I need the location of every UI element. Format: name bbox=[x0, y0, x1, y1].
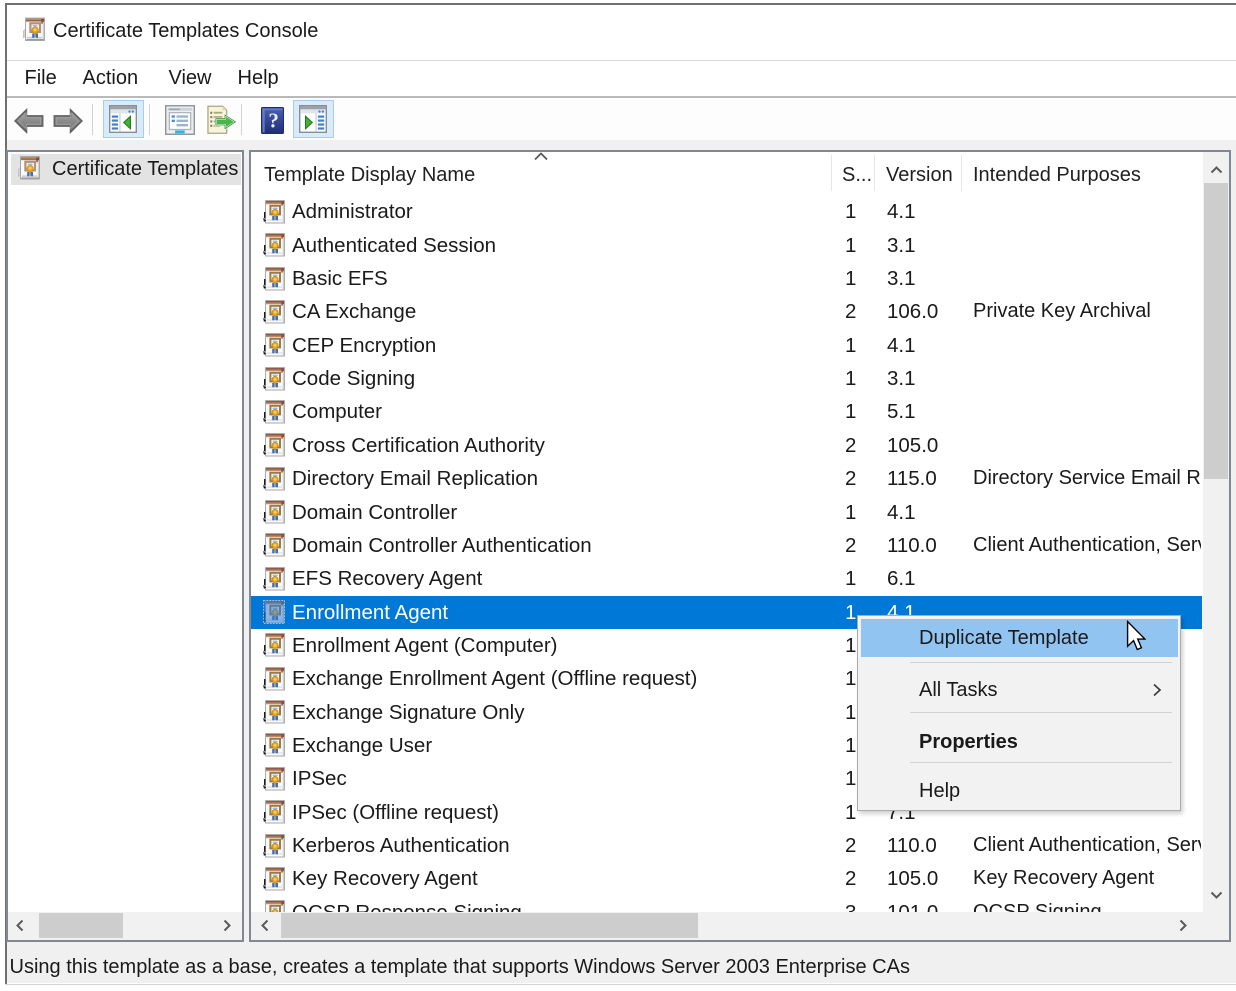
svg-text:?: ? bbox=[268, 108, 279, 132]
